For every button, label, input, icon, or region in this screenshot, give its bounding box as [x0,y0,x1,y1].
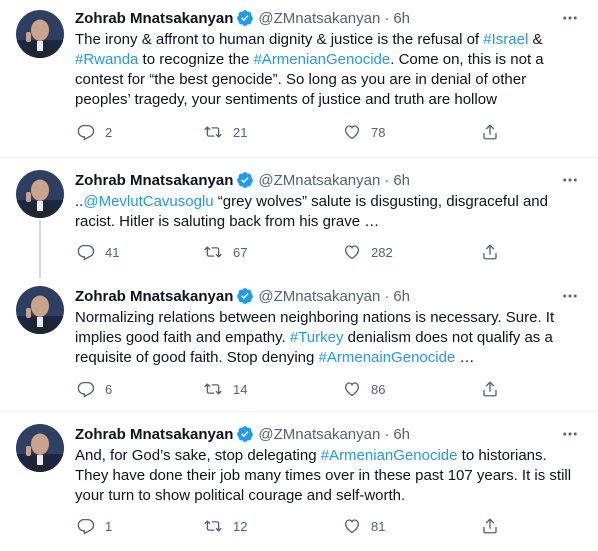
more-options-icon[interactable] [560,170,580,190]
retweet-count: 21 [233,124,248,140]
hashtag-link[interactable]: #ArmenianGenocide [321,447,458,464]
like-button[interactable]: 86 [343,380,385,398]
verified-badge-icon [236,9,254,27]
reply-icon [77,380,95,398]
author-name[interactable]: Zohrab Mnatsakanyan [75,10,233,27]
tweet-header: Zohrab Mnatsakanyan @ZMnatsakanyan · 6h [75,286,410,306]
retweet-button[interactable]: 12 [203,517,247,535]
like-icon [343,517,361,535]
separator-dot: · [384,287,390,305]
reply-icon [77,517,95,535]
separator-dot: · [384,171,390,189]
tweet-timeline: Zohrab Mnatsakanyan @ZMnatsakanyan · 6h … [0,0,598,551]
like-icon [343,380,361,398]
like-button[interactable]: 282 [343,243,393,261]
like-icon [343,243,361,261]
tweet-timestamp[interactable]: 6h [393,172,410,189]
reply-button[interactable]: 2 [77,123,112,141]
like-count: 282 [371,244,393,260]
retweet-count: 12 [233,518,248,534]
share-button[interactable] [481,123,499,141]
retweet-icon [203,123,223,141]
hashtag-link[interactable]: #ArmenianGenocide [253,51,390,68]
like-count: 86 [371,381,386,397]
retweet-button[interactable]: 14 [203,380,247,398]
tweet-header: Zohrab Mnatsakanyan @ZMnatsakanyan · 6h [75,170,410,190]
like-count: 78 [371,124,386,140]
retweet-icon [203,243,223,261]
reply-count: 6 [105,381,113,397]
reply-button[interactable]: 41 [77,243,119,261]
tweet[interactable]: Zohrab Mnatsakanyan @ZMnatsakanyan · 6h … [0,424,598,544]
author-name[interactable]: Zohrab Mnatsakanyan [75,426,233,443]
retweet-icon [203,517,223,535]
retweet-button[interactable]: 67 [203,243,247,261]
mention-link[interactable]: @MevlutCavusoglu [83,193,213,210]
like-button[interactable]: 78 [343,123,385,141]
share-icon [481,517,499,535]
divider [0,411,598,412]
retweet-icon [203,380,223,398]
tweet-header: Zohrab Mnatsakanyan @ZMnatsakanyan · 6h [75,424,410,444]
reply-count: 1 [105,518,113,534]
tweet[interactable]: Zohrab Mnatsakanyan @ZMnatsakanyan · 6h … [0,8,598,148]
author-name[interactable]: Zohrab Mnatsakanyan [75,172,233,189]
reply-icon [77,123,95,141]
author-name[interactable]: Zohrab Mnatsakanyan [75,288,233,305]
separator-dot: · [384,425,390,443]
hashtag-link[interactable]: #ArmenainGenocide [319,349,456,366]
more-options-icon[interactable] [560,286,580,306]
verified-badge-icon [236,425,254,443]
separator-dot: · [384,9,390,27]
tweet-text: ..@MevlutCavusoglu “grey wolves” salute … [75,193,548,230]
author-handle[interactable]: @ZMnatsakanyan [258,10,380,27]
like-button[interactable]: 81 [343,517,385,535]
more-options-icon[interactable] [560,8,580,28]
like-count: 81 [371,518,386,534]
share-icon [481,380,499,398]
divider [0,157,598,158]
hashtag-link[interactable]: #Turkey [290,329,344,346]
author-handle[interactable]: @ZMnatsakanyan [258,426,380,443]
tweet-header: Zohrab Mnatsakanyan @ZMnatsakanyan · 6h [75,8,410,28]
reply-button[interactable]: 1 [77,517,112,535]
retweet-button[interactable]: 21 [203,123,247,141]
reply-icon [77,243,95,261]
share-button[interactable] [481,243,499,261]
tweet-timestamp[interactable]: 6h [393,426,410,443]
share-button[interactable] [481,517,499,535]
tweet-timestamp[interactable]: 6h [393,10,410,27]
avatar[interactable] [16,424,64,472]
share-button[interactable] [481,380,499,398]
hashtag-link[interactable]: #Rwanda [75,51,138,68]
avatar[interactable] [16,170,64,218]
retweet-count: 14 [233,381,248,397]
tweet[interactable]: Zohrab Mnatsakanyan @ZMnatsakanyan · 6h … [0,170,598,270]
reply-count: 2 [105,124,113,140]
more-options-icon[interactable] [560,424,580,444]
tweet-timestamp[interactable]: 6h [393,288,410,305]
tweet[interactable]: Zohrab Mnatsakanyan @ZMnatsakanyan · 6h … [0,286,598,404]
like-icon [343,123,361,141]
tweet-text: And, for God’s sake, stop delegating #Ar… [75,447,572,504]
thread-connector [39,220,41,278]
author-handle[interactable]: @ZMnatsakanyan [258,288,380,305]
share-icon [481,123,499,141]
author-handle[interactable]: @ZMnatsakanyan [258,172,380,189]
hashtag-link[interactable]: #Israel [483,31,528,48]
tweet-text: Normalizing relations between neighborin… [75,309,555,366]
verified-badge-icon [236,171,254,189]
verified-badge-icon [236,287,254,305]
avatar[interactable] [16,286,64,334]
retweet-count: 67 [233,244,248,260]
avatar[interactable] [16,10,64,58]
tweet-text: The irony & affront to human dignity & j… [75,31,544,108]
reply-count: 41 [105,244,120,260]
share-icon [481,243,499,261]
reply-button[interactable]: 6 [77,380,112,398]
